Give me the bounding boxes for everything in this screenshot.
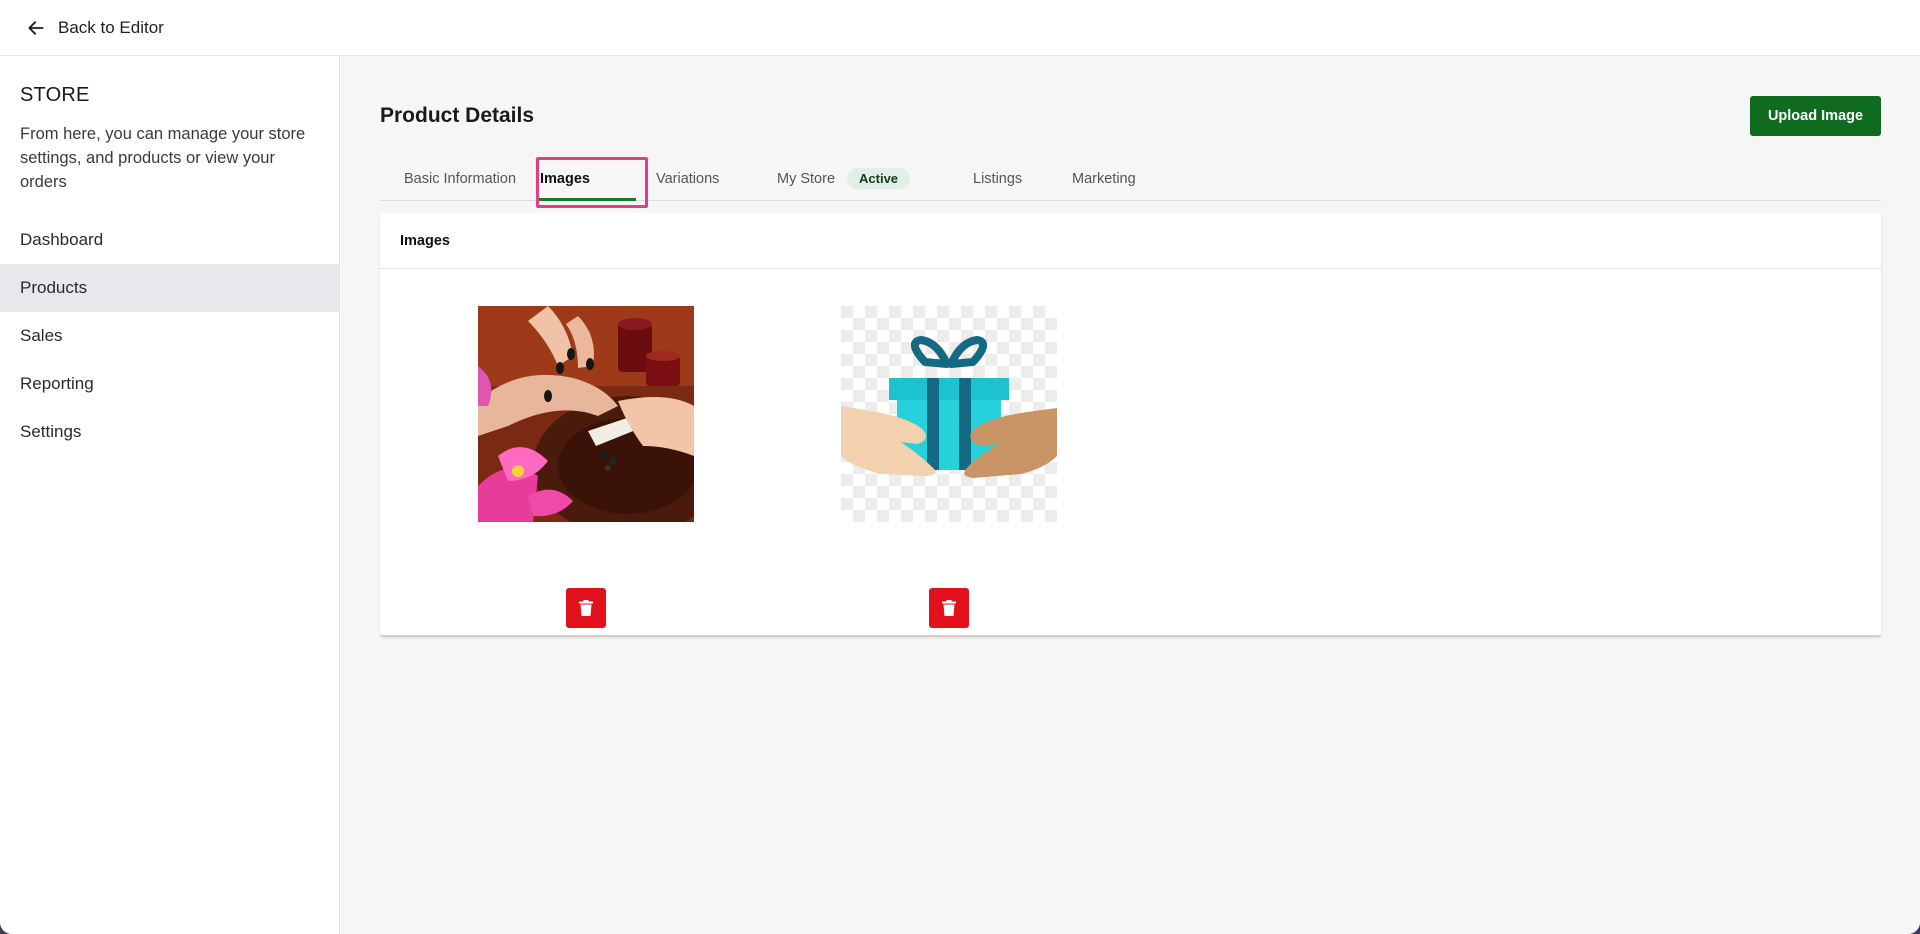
trash-icon [942,600,956,616]
tab-basic-information[interactable]: Basic Information [404,156,516,201]
sidebar-item-label: Reporting [20,374,94,393]
tab-label: Marketing [1072,170,1136,187]
sidebar-item-sales[interactable]: Sales [0,312,339,360]
app-window: Back to Editor STORE From here, you can … [0,0,1920,934]
tab-label: My Store [777,170,836,187]
images-card-title: Images [380,213,1881,269]
sidebar-item-label: Dashboard [20,230,104,249]
tab-variations[interactable]: Variations [656,156,719,201]
product-image-manicure[interactable] [478,306,694,522]
trash-icon [579,600,593,616]
sidebar-item-label: Settings [20,422,82,441]
images-card: Images [380,213,1881,637]
product-image-gift[interactable] [841,306,1057,522]
tab-my-store[interactable]: My Store Active [777,156,911,201]
manicure-photo [478,306,694,522]
tab-label: Basic Information [404,170,517,187]
tab-label: Listings [973,170,1023,187]
back-to-editor-link[interactable]: Back to Editor [26,18,164,38]
sidebar-item-settings[interactable]: Settings [0,408,339,456]
active-tab-underline [538,198,636,201]
sidebar-item-label: Products [20,278,88,297]
tab-label: Images [540,170,590,187]
top-bar: Back to Editor [0,0,1920,56]
store-description: From here, you can manage your store set… [20,125,306,191]
status-badge: Active [847,168,911,189]
arrow-left-icon [28,20,44,35]
sidebar-item-dashboard[interactable]: Dashboard [0,216,339,264]
tab-listings[interactable]: Listings [973,156,1022,201]
main-content: Product Details Upload Image Basic Infor… [341,56,1920,934]
sidebar-item-products[interactable]: Products [0,264,339,312]
tab-marketing[interactable]: Marketing [1072,156,1136,201]
page-title: Product Details [380,104,535,127]
sidebar-item-reporting[interactable]: Reporting [0,360,339,408]
sidebar: STORE From here, you can manage your sto… [0,56,340,934]
upload-image-button[interactable]: Upload Image [1750,96,1881,136]
delete-image-button[interactable] [929,588,969,628]
tab-label: Variations [656,170,720,187]
sidebar-nav: Dashboard Products Sales Reporting Setti… [0,216,339,456]
tab-bar: Basic Information Images Variations My S… [380,156,1881,201]
back-to-editor-label: Back to Editor [58,17,164,37]
gift-box-illustration [841,306,1057,522]
tab-images[interactable]: Images [540,156,590,201]
store-title: STORE [20,84,90,106]
delete-image-button[interactable] [566,588,606,628]
sidebar-item-label: Sales [20,326,63,345]
